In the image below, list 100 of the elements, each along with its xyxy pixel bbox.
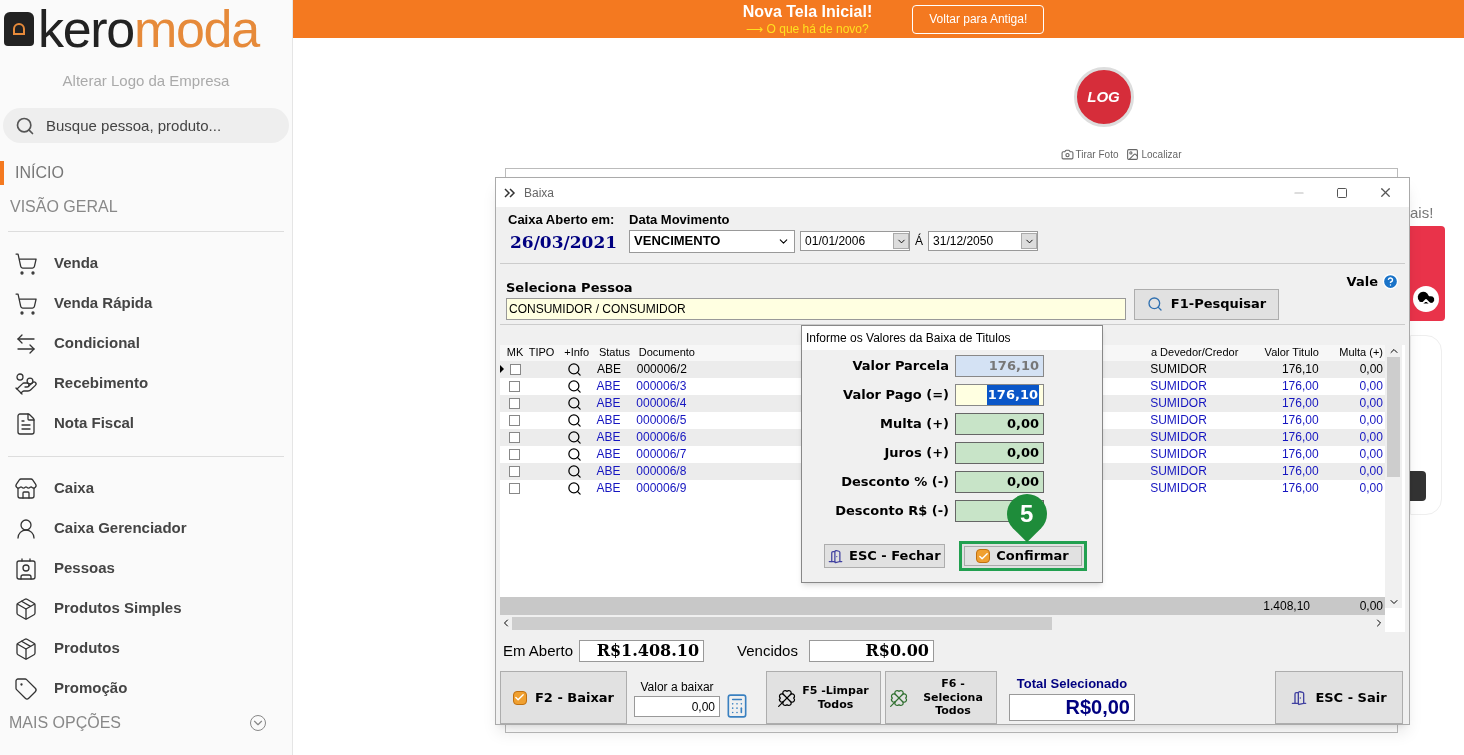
section-tab[interactable]: VISÃO GERAL: [0, 194, 292, 219]
nav-item[interactable]: Produtos Simples: [8, 588, 284, 629]
box-icon: [14, 596, 38, 621]
side-text: ais!: [1410, 203, 1434, 223]
nav-item[interactable]: Venda Rápida: [8, 283, 284, 324]
row-checkbox[interactable]: [509, 482, 521, 494]
cart-icon: [14, 251, 38, 276]
row-checkbox[interactable]: [509, 414, 521, 426]
table-cell-text: 176,00: [1280, 429, 1320, 446]
table-cell-text: 0,00: [1358, 463, 1384, 480]
amount-field[interactable]: 0,00: [634, 696, 720, 717]
value-field[interactable]: 0,00: [955, 442, 1044, 464]
hand-coins-icon: [14, 371, 38, 396]
door-icon: [828, 548, 843, 564]
cash-label: Caixa Aberto em:: [508, 211, 616, 229]
user-icon: [14, 516, 38, 541]
table-cell-text: SUMIDOR: [1149, 463, 1208, 480]
nav-item[interactable]: Condicional: [8, 323, 284, 364]
table-cell-text: 176,10: [1281, 361, 1320, 378]
box-icon: [14, 636, 38, 661]
movement-select[interactable]: VENCIMENTO: [629, 229, 796, 253]
table-cell-text: ABE: [595, 480, 622, 497]
nav-item[interactable]: Recebimento: [8, 363, 284, 404]
search-icon: [15, 115, 35, 136]
vertical-scrollbar[interactable]: [1385, 344, 1402, 608]
register-icon: [14, 476, 38, 501]
table-cell-text: SUMIDOR: [1149, 395, 1208, 412]
open-label: Em Aberto: [503, 640, 574, 661]
maximize-icon[interactable]: [1336, 186, 1348, 199]
row-checkbox[interactable]: [509, 380, 521, 392]
select-all-button[interactable]: F6 - Seleciona Todos: [885, 671, 997, 724]
confirm-button[interactable]: Confirmar: [958, 541, 1087, 571]
person-field[interactable]: CONSUMIDOR / CONSUMIDOR: [506, 297, 1126, 320]
total-field[interactable]: R$0,00: [1009, 693, 1135, 721]
field-label: Multa (+): [879, 415, 949, 434]
nav-item[interactable]: Caixa Gerenciador: [8, 508, 284, 549]
column-header: a Devedor/Credor: [1149, 345, 1240, 361]
field-label: Valor Pago (=): [842, 386, 949, 405]
close-dialog-button[interactable]: ESC - Fechar: [824, 544, 945, 568]
close-icon[interactable]: [1378, 185, 1393, 200]
app-icon: [504, 187, 516, 198]
clear-all-button[interactable]: F5 -Limpar Todos: [766, 671, 881, 724]
nav-item[interactable]: Caixa: [8, 468, 284, 509]
date-from-field[interactable]: 01/01/2006: [800, 231, 911, 251]
search-icon[interactable]: [566, 429, 582, 445]
door-icon: [1291, 689, 1308, 706]
row-pointer-icon: [500, 365, 504, 373]
exit-button[interactable]: ESC - Sair: [1275, 671, 1403, 724]
search-icon[interactable]: [566, 446, 582, 462]
column-header: Documento: [637, 345, 696, 361]
field-label: Desconto % (-): [840, 473, 949, 492]
search-icon[interactable]: [566, 412, 582, 428]
value-field[interactable]: 0,00: [955, 471, 1044, 493]
baixar-button[interactable]: F2 - Baixar: [500, 671, 627, 724]
field-label: Valor Parcela: [851, 357, 949, 376]
table-cell-text: ABE: [595, 463, 622, 480]
table-cell-text: ABE: [595, 361, 622, 378]
row-checkbox[interactable]: [509, 465, 521, 477]
clover-icon: [776, 687, 797, 708]
open-value-field[interactable]: R$1.408.10: [579, 639, 705, 662]
nav-item[interactable]: Produtos: [8, 628, 284, 669]
row-checkbox[interactable]: [509, 431, 521, 443]
locate-link[interactable]: Localizar: [1141, 147, 1182, 162]
overdue-value-field[interactable]: R$0.00: [808, 639, 934, 662]
row-checkbox[interactable]: [509, 363, 521, 375]
date-to-field[interactable]: 31/12/2050: [928, 231, 1039, 251]
more-options-label: MAIS OPÇÕES: [9, 712, 122, 733]
search-icon[interactable]: [566, 463, 582, 479]
amount-label: Valor a baixar: [640, 679, 714, 696]
table-cell-text: 176,00: [1280, 463, 1320, 480]
row-checkbox[interactable]: [509, 448, 521, 460]
search-icon[interactable]: [566, 480, 582, 496]
value-field[interactable]: 176,10: [955, 384, 1044, 406]
document-icon: [14, 411, 38, 436]
person-label: Seleciona Pessoa: [506, 279, 634, 297]
search-icon[interactable]: [566, 395, 582, 411]
search-icon[interactable]: [566, 378, 582, 394]
table-cell-text: ABE: [595, 446, 622, 463]
table-cell-text: 0,00: [1358, 378, 1384, 395]
value-field[interactable]: 0,00: [955, 413, 1044, 435]
table-cell-text: 176,00: [1280, 412, 1320, 429]
nav-item[interactable]: Promoção: [8, 668, 284, 709]
table-cell-text: SUMIDOR: [1149, 378, 1208, 395]
checkmark-icon: [512, 690, 527, 705]
nav-item[interactable]: Nota Fiscal: [8, 403, 284, 444]
image-icon: [1126, 148, 1140, 161]
section-tab[interactable]: INÍCIO: [0, 160, 292, 185]
table-cell-text: 000006/9: [635, 480, 688, 497]
take-photo-link[interactable]: Tirar Foto: [1075, 147, 1119, 162]
table-cell-text: 0,00: [1358, 446, 1384, 463]
column-header: Status: [597, 345, 632, 361]
table-cell-text: 176,00: [1280, 480, 1320, 497]
row-checkbox[interactable]: [509, 397, 521, 409]
search-field[interactable]: Busque pessoa, produto...: [3, 107, 289, 143]
nav-item[interactable]: Venda: [8, 243, 284, 284]
table-cell-text: 176,00: [1280, 446, 1320, 463]
nav-item[interactable]: Pessoas: [8, 548, 284, 589]
help-icon[interactable]: [1382, 273, 1399, 291]
search-button[interactable]: F1-Pesquisar: [1134, 288, 1279, 320]
search-icon[interactable]: [567, 361, 583, 377]
